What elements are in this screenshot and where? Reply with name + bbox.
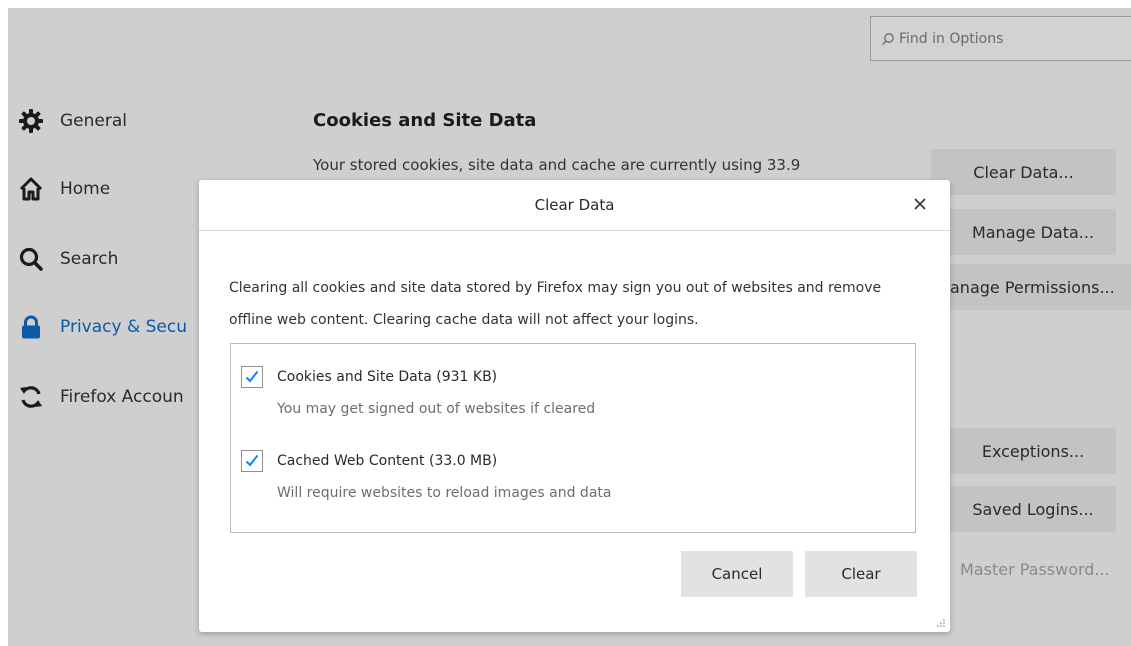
- sidebar-item-label: Firefox Accoun: [60, 387, 184, 407]
- home-icon: [18, 176, 44, 202]
- manage-permissions-button[interactable]: anage Permissions...: [950, 264, 1131, 310]
- search-icon: [882, 32, 894, 45]
- checkmark-icon: [245, 454, 259, 467]
- sidebar-item-privacy-security[interactable]: Privacy & Secu: [18, 314, 187, 340]
- cookies-checkbox[interactable]: [241, 366, 263, 388]
- clear-data-dialog: Clear Data Clearing all cookies and site…: [199, 180, 950, 632]
- dialog-header: Clear Data: [199, 180, 950, 231]
- search-input[interactable]: Find in Options: [870, 16, 1131, 61]
- section-title: Cookies and Site Data: [313, 110, 537, 131]
- dialog-title: Clear Data: [534, 196, 615, 214]
- gear-icon: [18, 108, 44, 134]
- search-icon: [18, 246, 44, 272]
- cache-option-hint: Will require websites to reload images a…: [277, 485, 612, 501]
- sync-icon: [18, 384, 44, 410]
- sidebar-item-label: Home: [60, 179, 111, 199]
- lock-icon: [18, 314, 44, 340]
- dialog-message: Clearing all cookies and site data store…: [229, 280, 882, 328]
- resize-grip-icon[interactable]: [936, 618, 946, 628]
- sidebar-item-label: Privacy & Secu: [60, 317, 187, 337]
- cookies-option-label[interactable]: Cookies and Site Data (931 KB): [277, 369, 497, 385]
- cancel-button[interactable]: Cancel: [681, 551, 793, 597]
- options-page: Find in Options General Home Search Priv…: [0, 0, 1131, 646]
- clear-data-button[interactable]: Clear Data...: [931, 149, 1116, 195]
- sidebar-item-label: General: [60, 111, 127, 131]
- sidebar-item-general[interactable]: General: [18, 108, 127, 134]
- manage-data-button[interactable]: Manage Data...: [950, 209, 1116, 255]
- close-icon: [914, 198, 926, 210]
- saved-logins-button[interactable]: Saved Logins...: [950, 486, 1116, 532]
- exceptions-button[interactable]: Exceptions...: [950, 428, 1116, 474]
- master-password-button[interactable]: Master Password...: [950, 546, 1131, 592]
- sidebar-item-firefox-account[interactable]: Firefox Accoun: [18, 384, 184, 410]
- checkmark-icon: [245, 370, 259, 383]
- cache-option-label[interactable]: Cached Web Content (33.0 MB): [277, 453, 497, 469]
- cache-checkbox[interactable]: [241, 450, 263, 472]
- sidebar-item-home[interactable]: Home: [18, 176, 110, 202]
- search-placeholder: Find in Options: [899, 30, 1004, 47]
- options-box: Cookies and Site Data (931 KB) You may g…: [230, 343, 916, 533]
- sidebar-item-label: Search: [60, 249, 119, 269]
- cookies-option-hint: You may get signed out of websites if cl…: [277, 401, 596, 417]
- section-description: Your stored cookies, site data and cache…: [313, 156, 801, 174]
- clear-button[interactable]: Clear: [805, 551, 917, 597]
- sidebar-item-search[interactable]: Search: [18, 246, 118, 272]
- close-button[interactable]: [908, 192, 932, 216]
